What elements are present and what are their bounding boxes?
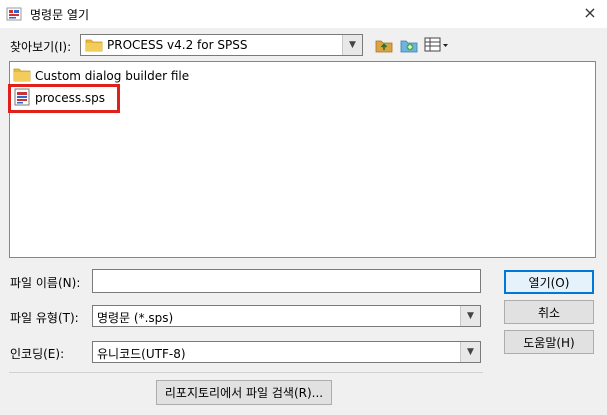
close-icon[interactable]: × xyxy=(580,3,600,23)
file-name: Custom dialog builder file xyxy=(35,69,190,83)
look-in-label: 찾아보기(I): xyxy=(10,40,72,54)
list-item[interactable]: Custom dialog builder file xyxy=(13,66,189,86)
help-button[interactable]: 도움말(H) xyxy=(504,330,594,354)
chevron-down-icon: ▼ xyxy=(349,40,356,50)
file-type-combo[interactable]: 명령문 (*.sps) ▼ xyxy=(92,305,481,327)
title-bar xyxy=(0,0,607,28)
cancel-button[interactable]: 취소 xyxy=(504,300,594,324)
chevron-down-icon: ▼ xyxy=(467,347,474,357)
repository-search-button[interactable]: 리포지토리에서 파일 검색(R)... xyxy=(156,380,332,405)
encoding-combo[interactable]: 유니코드(UTF-8) ▼ xyxy=(92,341,481,363)
look-in-dropdown[interactable]: ▼ xyxy=(342,35,362,55)
encoding-label: 인코딩(E): xyxy=(10,347,65,361)
file-type-label: 파일 유형(T): xyxy=(10,311,79,325)
file-name-label: 파일 이름(N): xyxy=(10,276,81,290)
annotation-highlight-box xyxy=(8,84,120,113)
up-folder-icon[interactable] xyxy=(375,36,393,54)
encoding-value: 유니코드(UTF-8) xyxy=(97,347,186,361)
new-folder-icon[interactable] xyxy=(400,36,418,54)
folder-icon xyxy=(85,38,103,55)
file-name-input[interactable] xyxy=(92,269,481,293)
window-title: 명령문 열기 xyxy=(30,8,90,22)
spss-app-icon xyxy=(6,6,22,22)
folder-icon xyxy=(13,68,31,85)
look-in-value: PROCESS v4.2 for SPSS xyxy=(107,38,248,52)
file-type-dropdown[interactable]: ▼ xyxy=(460,306,480,326)
open-button[interactable]: 열기(O) xyxy=(504,270,594,294)
encoding-dropdown[interactable]: ▼ xyxy=(460,342,480,362)
file-type-value: 명령문 (*.sps) xyxy=(97,311,174,325)
separator xyxy=(9,372,483,373)
view-menu-icon[interactable] xyxy=(424,36,450,54)
look-in-combo[interactable]: PROCESS v4.2 for SPSS ▼ xyxy=(80,34,363,56)
chevron-down-icon: ▼ xyxy=(467,311,474,321)
